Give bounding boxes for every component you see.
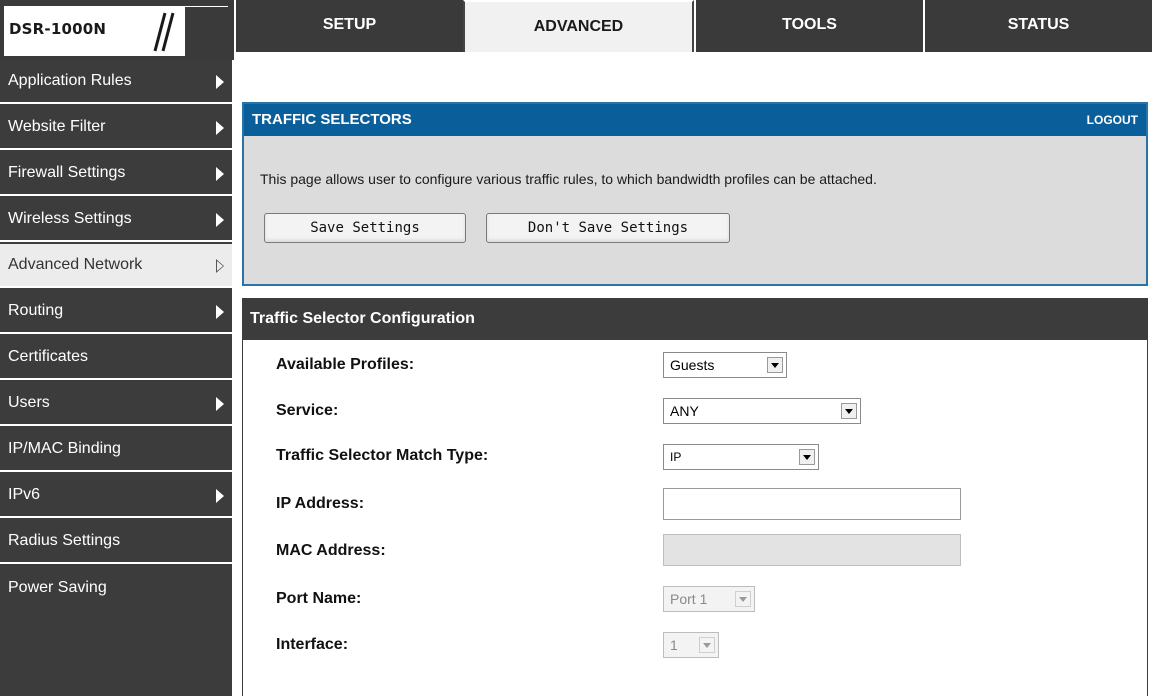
arrow-right-icon <box>216 397 224 411</box>
sidebar-item-label: Power Saving <box>8 579 107 596</box>
logout-link[interactable]: LOGOUT <box>1087 113 1138 127</box>
panel-header: TRAFFIC SELECTORS LOGOUT <box>244 104 1146 136</box>
tab-advanced[interactable]: ADVANCED <box>463 0 694 60</box>
sidebar-item-wireless-settings[interactable]: Wireless Settings <box>0 198 232 242</box>
sidebar-item-label: Application Rules <box>8 72 132 89</box>
sidebar-item-label: Firewall Settings <box>8 164 126 181</box>
sidebar-item-routing[interactable]: Routing <box>0 290 232 334</box>
arrow-right-icon <box>216 213 224 227</box>
arrow-right-icon <box>216 167 224 181</box>
port-name-label: Port Name: <box>276 590 362 607</box>
sidebar-item-label: Advanced Network <box>8 256 143 273</box>
main-nav: SETUP ADVANCED TOOLS STATUS <box>234 0 1152 60</box>
available-profiles-select[interactable]: Guests <box>663 352 787 378</box>
brand-label: DSR-1000N <box>9 20 107 38</box>
sidebar-item-label: Radius Settings <box>8 532 121 549</box>
sidebar-item-ip-mac-binding[interactable]: IP/MAC Binding <box>0 428 232 472</box>
ip-address-label: IP Address: <box>276 495 365 512</box>
available-profiles-label: Available Profiles: <box>276 356 415 373</box>
nav-underline <box>234 52 1152 60</box>
sidebar-item-firewall-settings[interactable]: Firewall Settings <box>0 152 232 196</box>
chevron-down-icon <box>799 449 815 465</box>
sidebar-item-label: Wireless Settings <box>8 210 132 227</box>
config-header: Traffic Selector Configuration <box>242 298 1148 340</box>
chevron-down-icon <box>841 403 857 419</box>
traffic-selectors-panel: TRAFFIC SELECTORS LOGOUT This page allow… <box>242 102 1148 286</box>
sidebar: Application Rules Website Filter Firewal… <box>0 60 232 696</box>
port-name-select[interactable]: Port 1 <box>663 586 755 612</box>
interface-label: Interface: <box>276 636 349 653</box>
main-content: TRAFFIC SELECTORS LOGOUT This page allow… <box>234 60 1152 696</box>
brand-area: DSR-1000N <box>0 0 234 60</box>
match-type-label: Traffic Selector Match Type: <box>276 447 489 464</box>
sidebar-item-label: IP/MAC Binding <box>8 440 121 457</box>
top-bar: DSR-1000N SETUP ADVANCED TOOLS STATUS <box>0 0 1152 60</box>
sidebar-item-radius-settings[interactable]: Radius Settings <box>0 520 232 564</box>
panel-title: TRAFFIC SELECTORS <box>252 111 412 128</box>
tab-tools[interactable]: TOOLS <box>694 0 923 60</box>
arrow-right-icon <box>216 121 224 135</box>
chevron-down-icon <box>699 637 715 653</box>
sidebar-item-label: Routing <box>8 302 64 319</box>
service-select[interactable]: ANY <box>663 398 861 424</box>
mac-address-label: MAC Address: <box>276 542 386 559</box>
sidebar-item-label: Website Filter <box>8 118 106 135</box>
mac-address-input[interactable] <box>663 534 961 566</box>
arrow-right-icon <box>216 75 224 89</box>
ip-address-input[interactable] <box>663 488 961 520</box>
brand-dark-block <box>185 7 229 57</box>
sidebar-item-certificates[interactable]: Certificates <box>0 336 232 380</box>
match-type-select[interactable]: IP <box>663 444 819 470</box>
port-name-value: Port 1 <box>670 591 708 607</box>
chevron-down-icon <box>767 357 783 373</box>
tab-setup[interactable]: SETUP <box>234 0 463 60</box>
brand-slashes-icon <box>153 12 175 52</box>
dont-save-settings-button[interactable]: Don't Save Settings <box>486 213 730 243</box>
save-settings-button[interactable]: Save Settings <box>264 213 466 243</box>
available-profiles-value: Guests <box>670 357 715 373</box>
sidebar-item-advanced-network[interactable]: Advanced Network <box>0 244 232 288</box>
tab-status[interactable]: STATUS <box>923 0 1152 60</box>
sidebar-item-application-rules[interactable]: Application Rules <box>0 60 232 104</box>
interface-value: 1 <box>670 637 678 653</box>
sidebar-item-label: Users <box>8 394 50 411</box>
chevron-down-icon <box>735 591 751 607</box>
arrow-right-icon <box>216 489 224 503</box>
service-value: ANY <box>670 403 699 419</box>
sidebar-item-label: IPv6 <box>8 486 41 503</box>
service-label: Service: <box>276 402 339 419</box>
sidebar-item-label: Certificates <box>8 348 89 365</box>
sidebar-item-power-saving[interactable]: Power Saving <box>0 566 232 610</box>
brand-logo: DSR-1000N <box>4 6 229 57</box>
sidebar-item-users[interactable]: Users <box>0 382 232 426</box>
traffic-selector-config-panel: Traffic Selector Configuration Available… <box>242 298 1148 696</box>
arrow-right-icon <box>216 305 224 319</box>
sidebar-item-website-filter[interactable]: Website Filter <box>0 106 232 150</box>
page-description: This page allows user to configure vario… <box>260 171 877 187</box>
sidebar-item-ipv6[interactable]: IPv6 <box>0 474 232 518</box>
match-type-value: IP <box>670 450 682 464</box>
arrow-right-outline-icon <box>216 259 224 273</box>
config-title: Traffic Selector Configuration <box>250 310 475 327</box>
interface-select[interactable]: 1 <box>663 632 719 658</box>
